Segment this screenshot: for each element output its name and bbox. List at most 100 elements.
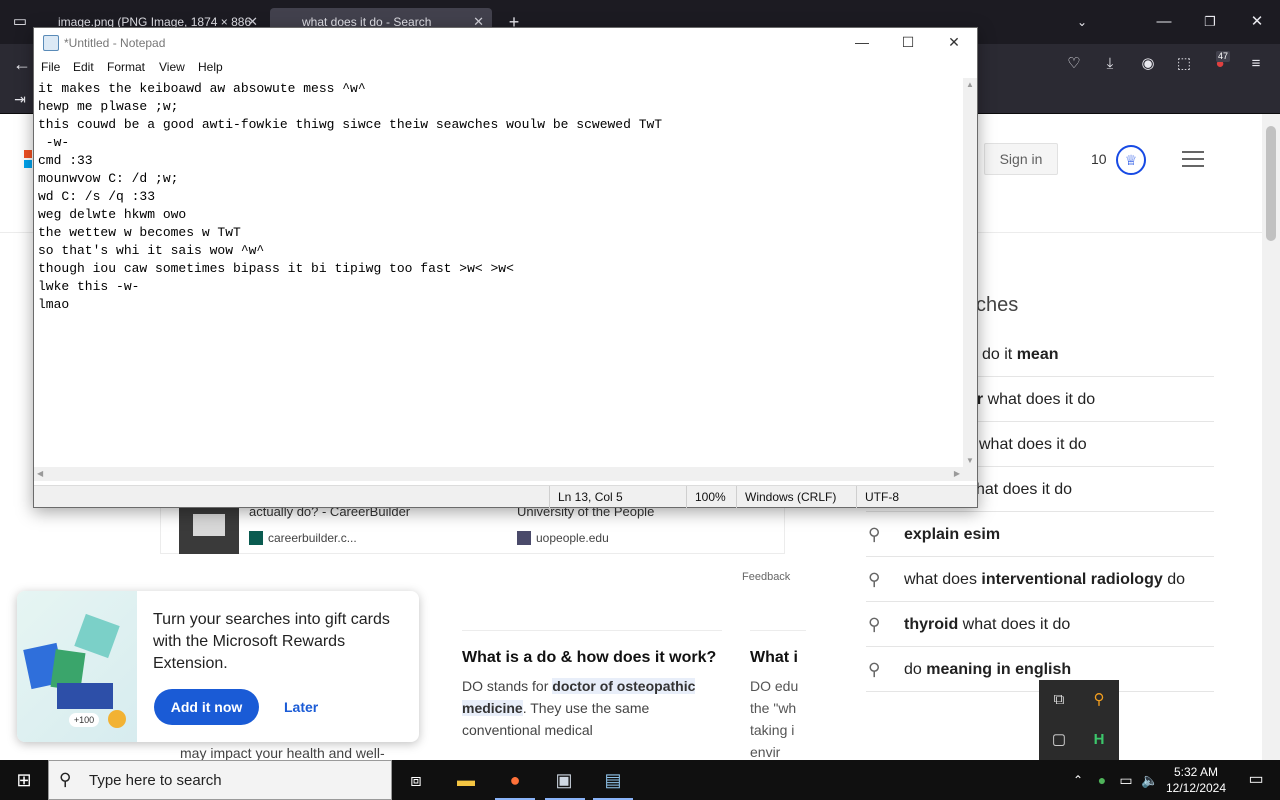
minimize-icon[interactable]: — <box>1152 10 1176 34</box>
uopeople-icon <box>517 531 531 545</box>
search-placeholder: Type here to search <box>89 772 222 789</box>
account-icon[interactable]: ◉ <box>1136 52 1160 76</box>
firefox-icon[interactable]: ● <box>491 760 539 800</box>
text-line: cmd :33 <box>38 153 93 168</box>
answer-text: DO edu the "wh taking i envir <box>750 678 799 760</box>
task-view-icon[interactable]: ⧈ <box>392 760 440 800</box>
scroll-down-icon[interactable]: ▼ <box>963 456 977 465</box>
result-snippet: may impact your health and well- <box>180 745 385 760</box>
tray-app-icon[interactable]: ⧉ <box>1039 680 1079 720</box>
text-line: weg delwte hkwm owo <box>38 207 187 222</box>
notepad-status-bar: Ln 13, Col 5 100% Windows (CRLF) UTF-8 <box>34 485 977 508</box>
close-icon[interactable]: ✕ <box>1245 10 1269 34</box>
tab-list-icon[interactable]: ▭ <box>8 10 32 34</box>
text-line: though iou caw sometimes bipass it bi ti… <box>38 261 514 276</box>
notepad-window: *Untitled - Notepad — ☐ ✕ File Edit Form… <box>33 27 978 508</box>
user-tray-icon[interactable]: ● <box>1090 760 1114 800</box>
scrollbar-corner <box>963 467 977 481</box>
menu-edit[interactable]: Edit <box>73 60 94 74</box>
search-icon: ⚲ <box>59 770 72 789</box>
notepad-menu-bar: File Edit Format View Help <box>34 58 977 78</box>
text-line: the wettew w becomes w TwT <box>38 225 241 240</box>
text-line: lwke this -w- <box>38 279 140 294</box>
search-icon: ⚲ <box>868 660 881 679</box>
restore-icon[interactable]: ❐ <box>1198 10 1222 34</box>
add-extension-button[interactable]: Add it now <box>154 689 259 725</box>
answer-card[interactable]: What is a do & how does it work? DO stan… <box>462 630 722 741</box>
text-line: wd C: /s /q :33 <box>38 189 156 204</box>
maximize-icon[interactable]: ☐ <box>885 28 931 58</box>
search-icon: ⚲ <box>868 525 881 544</box>
extension-badge-count: 47 <box>1216 51 1231 62</box>
later-button[interactable]: Later <box>284 689 318 725</box>
encoding: UTF-8 <box>856 486 977 508</box>
menu-view[interactable]: View <box>159 60 185 74</box>
chevron-up-icon[interactable]: ⌃ <box>1066 760 1090 800</box>
zoom-level: 100% <box>686 486 736 508</box>
text-line: lmao <box>38 297 70 312</box>
page-scrollbar[interactable] <box>1262 114 1280 760</box>
card-thumbnail[interactable] <box>179 502 239 554</box>
taskbar-clock[interactable]: 5:32 AM 12/12/2024 <box>1160 764 1232 796</box>
notifications-icon[interactable]: ▭ <box>1232 760 1280 800</box>
chevron-down-icon[interactable]: ⌄ <box>1070 10 1094 34</box>
file-explorer-icon[interactable]: ▬ <box>442 760 490 800</box>
close-icon[interactable]: ✕ <box>931 28 977 58</box>
popup-message: Turn your searches into gift cards with … <box>153 611 390 672</box>
text-line: this couwd be a good awti-fowkie thiwg s… <box>38 117 663 132</box>
text-line: it makes the keiboawd aw absowute mess ^… <box>38 81 366 96</box>
vertical-scrollbar[interactable]: ▲ ▼ <box>963 78 977 467</box>
scroll-up-icon[interactable]: ▲ <box>963 80 977 89</box>
gift-card-illustration: +100 <box>17 591 137 742</box>
windows-start-icon[interactable]: ⊞ <box>0 760 48 800</box>
hamburger-menu-icon[interactable] <box>1182 151 1204 172</box>
answer-card[interactable]: What i DO edu the "wh taking i envir <box>750 630 806 760</box>
feedback-link[interactable]: Feedback <box>742 571 790 583</box>
menu-help[interactable]: Help <box>198 60 223 74</box>
extensions-icon[interactable]: ⬚ <box>1172 52 1196 76</box>
downloads-icon[interactable]: ⤓ <box>1098 52 1122 76</box>
rewards-extension-popup: +100 Turn your searches into gift cards … <box>17 591 419 742</box>
app-icon[interactable]: ▣ <box>540 760 588 800</box>
card-source[interactable]: uopeople.edu <box>536 531 609 545</box>
text-line: so that's whi it sais wow ^w^ <box>38 243 265 258</box>
horizontal-scrollbar[interactable]: ◀ ▶ <box>34 467 963 481</box>
tray-window-icon[interactable]: ▢ <box>1039 720 1079 760</box>
related-search-item[interactable]: ⚲ explain esim <box>866 512 1214 557</box>
cursor-position: Ln 13, Col 5 <box>549 486 686 508</box>
menu-icon[interactable]: ≡ <box>1244 52 1268 76</box>
related-search-item[interactable]: ⚲ what does interventional radiology do <box>866 557 1214 602</box>
search-icon: ⚲ <box>868 615 881 634</box>
card-source[interactable]: careerbuilder.c... <box>268 531 357 545</box>
rewards-trophy-icon[interactable]: ♕ <box>1116 145 1146 175</box>
answer-title: What is a do & how does it work? <box>462 649 717 666</box>
notepad-title-bar[interactable]: *Untitled - Notepad — ☐ ✕ <box>34 28 977 58</box>
network-icon[interactable]: ▭ <box>1114 760 1138 800</box>
window-title: *Untitled - Notepad <box>64 36 166 50</box>
search-icon: ⚲ <box>868 570 881 589</box>
volume-icon[interactable]: 🔈 <box>1138 760 1162 800</box>
notepad-taskbar-icon[interactable]: ▤ <box>589 760 637 800</box>
pocket-icon[interactable]: ♡ <box>1062 52 1086 76</box>
scroll-left-icon[interactable]: ◀ <box>37 469 43 478</box>
minimize-icon[interactable]: — <box>839 28 885 58</box>
tray-search-icon[interactable]: ⚲ <box>1079 680 1119 720</box>
text-line: -w- <box>38 135 70 150</box>
text-editor-area[interactable]: it makes the keiboawd aw absowute mess ^… <box>34 78 963 467</box>
rewards-points[interactable]: 10 <box>1091 151 1107 167</box>
scrollbar-thumb[interactable] <box>1266 126 1276 241</box>
answer-title: What i <box>750 649 798 666</box>
tray-h-icon[interactable]: H <box>1079 720 1119 760</box>
taskbar-search-box[interactable]: ⚲ Type here to search <box>48 760 392 800</box>
menu-file[interactable]: File <box>41 60 60 74</box>
related-search-item[interactable]: ⚲ thyroid what does it do <box>866 602 1214 647</box>
scroll-right-icon[interactable]: ▶ <box>954 469 960 478</box>
menu-format[interactable]: Format <box>107 60 145 74</box>
notepad-app-icon <box>43 35 59 51</box>
clock-time: 5:32 AM <box>1173 765 1219 779</box>
sign-in-button[interactable]: Sign in <box>984 143 1058 175</box>
sign-in-icon[interactable]: ⇥ <box>8 87 32 111</box>
editor-text: it makes the keiboawd aw absowute mess ^… <box>38 80 662 314</box>
back-arrow-icon[interactable]: ← <box>10 52 34 76</box>
answer-text: DO stands for doctor of osteopathic medi… <box>462 678 696 738</box>
